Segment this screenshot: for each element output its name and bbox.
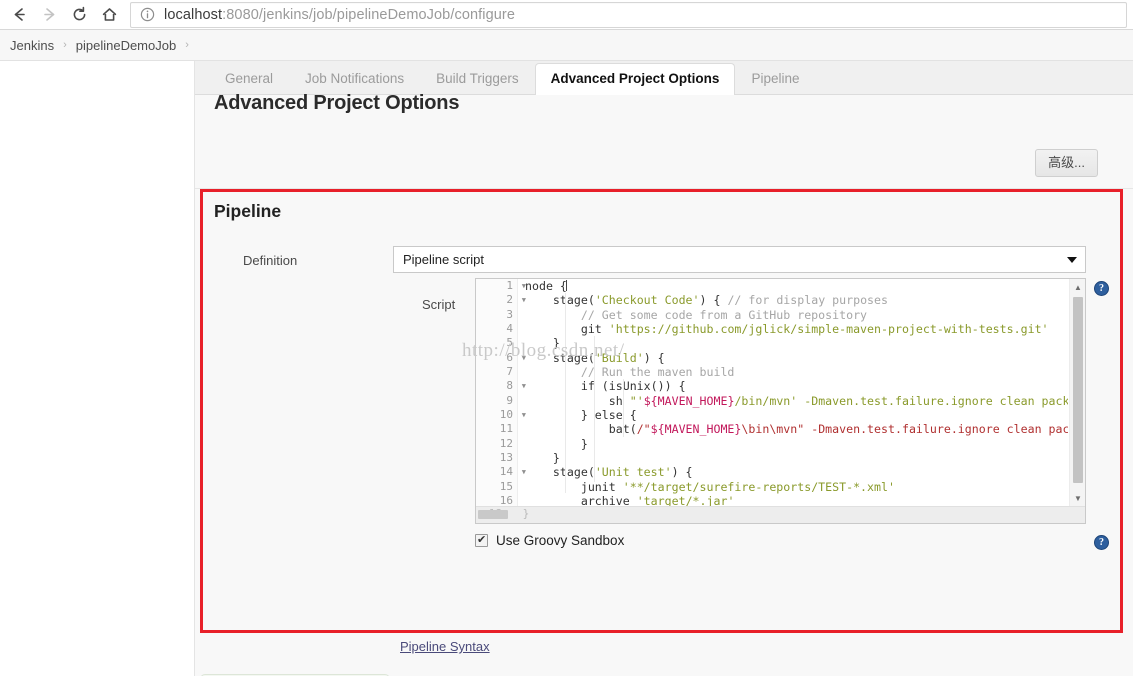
code-line: node {: [525, 279, 567, 293]
code-line: if (isUnix()) {: [580, 379, 686, 394]
editor-line-number: 4: [506, 322, 513, 336]
back-icon[interactable]: [4, 1, 34, 29]
help-icon-script[interactable]: ?: [1094, 281, 1109, 296]
groovy-sandbox-label: Use Groovy Sandbox: [496, 533, 625, 548]
editor-line-number: 5: [506, 336, 513, 350]
config-tabbar: General Job Notifications Build Triggers…: [195, 61, 1133, 95]
tab-advanced-project-options[interactable]: Advanced Project Options: [534, 63, 736, 95]
editor-horizontal-scrollbar[interactable]: 18 }: [476, 506, 1085, 523]
home-icon[interactable]: [94, 1, 124, 29]
editor-line-number: 7: [506, 365, 513, 379]
groovy-sandbox-checkbox[interactable]: [475, 533, 488, 547]
url-host: localhost: [164, 6, 223, 23]
code-line: } else {: [580, 408, 637, 423]
browser-toolbar: localhost:8080/jenkins/job/pipelineDemoJ…: [0, 0, 1133, 29]
editor-line-number: 1 ▼: [506, 279, 526, 292]
editor-line-number: 13: [499, 451, 513, 465]
help-icon-sandbox[interactable]: ?: [1094, 535, 1109, 550]
vertical-scroll-thumb[interactable]: [1073, 297, 1083, 483]
editor-line-number: 11: [499, 422, 513, 436]
script-label: Script: [422, 297, 456, 312]
chevron-down-icon: [1067, 256, 1077, 263]
code-line: junit '**/target/surefire-reports/TEST-*…: [580, 479, 895, 494]
editor-line-number: 14 ▼: [499, 465, 526, 479]
editor-line-number: 6 ▼: [506, 350, 526, 364]
code-line: }: [552, 336, 560, 351]
browser-window: localhost:8080/jenkins/job/pipelineDemoJ…: [0, 0, 1133, 676]
section-title-pipeline: Pipeline: [214, 201, 282, 221]
reload-icon[interactable]: [64, 1, 94, 29]
editor-line-number: 3: [506, 307, 513, 321]
code-line: stage('Checkout Code') { // for display …: [552, 293, 888, 308]
breadcrumb-item-jenkins[interactable]: Jenkins: [10, 38, 54, 53]
pipeline-section: Pipeline Definition Pipeline script Scri…: [200, 189, 1123, 633]
editor-partial-line-text: }: [522, 507, 530, 520]
breadcrumb-item-job[interactable]: pipelineDemoJob: [76, 38, 176, 53]
url-path: :8080/jenkins/job/pipelineDemoJob/config…: [222, 6, 516, 23]
advanced-options-header: Advanced Project Options 高级...: [195, 92, 1133, 189]
code-line: git 'https://github.com/jglick/simple-ma…: [580, 322, 1049, 337]
code-line: stage('Unit test') {: [552, 465, 693, 480]
forward-icon[interactable]: [34, 1, 64, 29]
definition-select[interactable]: Pipeline script: [393, 246, 1086, 273]
editor-line-number: 8 ▼: [506, 379, 526, 393]
editor-vertical-scrollbar[interactable]: ▲ ▼: [1069, 279, 1085, 507]
editor-line-number: 10 ▼: [499, 408, 526, 422]
page-title: Advanced Project Options: [214, 92, 460, 114]
scroll-up-icon[interactable]: ▲: [1070, 279, 1085, 296]
scroll-down-icon[interactable]: ▼: [1070, 490, 1085, 507]
code-line: // Run the maven build: [580, 365, 735, 380]
breadcrumb-separator-icon: ›: [63, 39, 67, 51]
advanced-button[interactable]: 高级...: [1035, 149, 1098, 177]
tab-job-notifications[interactable]: Job Notifications: [289, 63, 420, 95]
definition-label: Definition: [243, 253, 298, 268]
definition-select-value: Pipeline script: [403, 252, 484, 267]
editor-line-number: 9: [506, 393, 513, 407]
code-line: sh "'${MAVEN_HOME}/bin/mvn' -Dmaven.test…: [608, 393, 1068, 408]
page-body: General Job Notifications Build Triggers…: [0, 61, 1133, 676]
address-bar-url: localhost:8080/jenkins/job/pipelineDemoJ…: [164, 7, 515, 23]
code-line: stage('Build') {: [552, 350, 665, 365]
sidebar-rail: [0, 61, 195, 676]
code-line: bat(/"${MAVEN_HOME}\bin\mvn" -Dmaven.tes…: [609, 422, 1068, 437]
editor-gutter: 1▼2▼3456▼78▼910▼11121314▼151617: [476, 279, 526, 522]
editor-line-number: 15: [499, 479, 513, 493]
horizontal-scroll-thumb[interactable]: [478, 510, 508, 519]
address-bar[interactable]: localhost:8080/jenkins/job/pipelineDemoJ…: [130, 1, 1127, 28]
code-line: }: [580, 436, 588, 451]
editor-partial-line: 18 }: [476, 507, 1070, 522]
pipeline-syntax-link[interactable]: Pipeline Syntax: [400, 639, 490, 654]
configure-form: General Job Notifications Build Triggers…: [195, 61, 1133, 676]
code-line: // Get some code from a GitHub repositor…: [580, 307, 868, 322]
editor-code[interactable]: node { stage('Checkout Code') { // for d…: [519, 279, 1068, 507]
code-line: }: [552, 451, 560, 466]
site-info-icon[interactable]: [140, 7, 155, 22]
groovy-sandbox-row[interactable]: Use Groovy Sandbox: [475, 533, 624, 548]
tab-pipeline[interactable]: Pipeline: [735, 63, 815, 95]
editor-line-number: 2 ▼: [506, 293, 526, 307]
script-editor[interactable]: 1▼2▼3456▼78▼910▼11121314▼151617 node { s…: [475, 278, 1086, 524]
breadcrumb: Jenkins › pipelineDemoJob ›: [0, 30, 1133, 61]
editor-line-number: 12: [499, 436, 513, 450]
tab-general[interactable]: General: [209, 63, 289, 95]
breadcrumb-trailing-separator-icon: ›: [185, 39, 189, 51]
tab-build-triggers[interactable]: Build Triggers: [420, 63, 535, 95]
